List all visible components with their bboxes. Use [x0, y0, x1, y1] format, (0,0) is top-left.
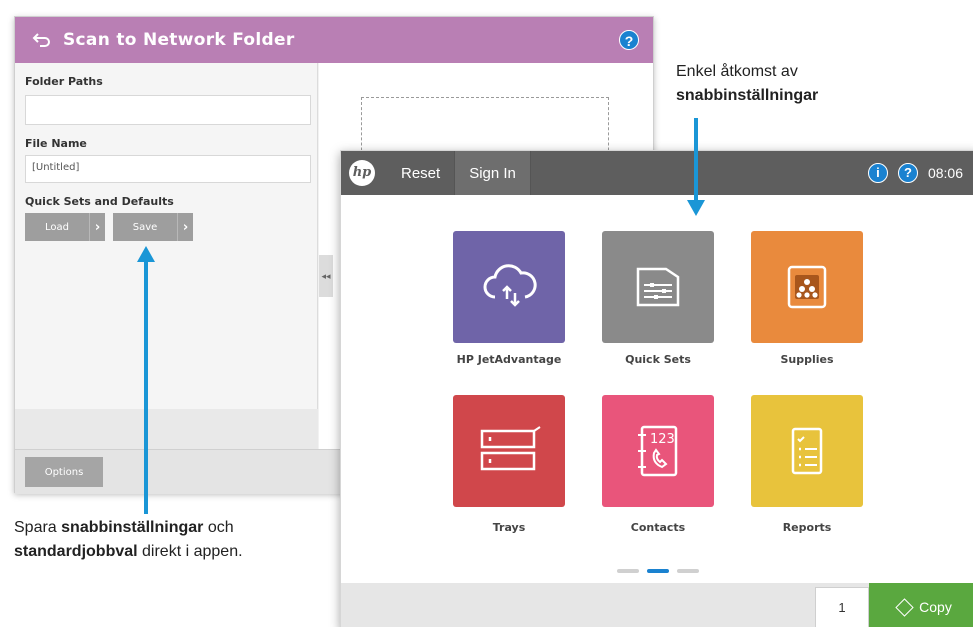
annotation-bottom-line1: Spara snabbinställningar och: [14, 516, 243, 540]
annotation-bottom-bold-1: snabbinställningar: [61, 519, 204, 536]
annotation-top: Enkel åtkomst av snabbinställningar: [676, 60, 818, 108]
annotation-bottom: Spara snabbinställningar och standardjob…: [14, 516, 243, 564]
annotation-bottom-bold-2: standardjobbval: [14, 543, 138, 560]
arrow-head-save: [137, 246, 155, 262]
annotation-bottom-text-1a: Spara: [14, 519, 62, 536]
arrow-head-quicksets: [687, 200, 705, 216]
annotation-bottom-line2: standardjobbval direkt i appen.: [14, 540, 243, 564]
annotation-top-bold: snabbinställningar: [676, 87, 819, 104]
annotation-bottom-text-1b: och: [203, 519, 234, 536]
screenshot-stage: Scan to Network Folder ? Folder Paths Fi…: [0, 0, 973, 627]
annotation-top-line2: snabbinställningar: [676, 84, 818, 108]
annotation-bottom-text-2b: direkt i appen.: [137, 543, 243, 560]
annotation-top-line1: Enkel åtkomst av: [676, 63, 798, 80]
